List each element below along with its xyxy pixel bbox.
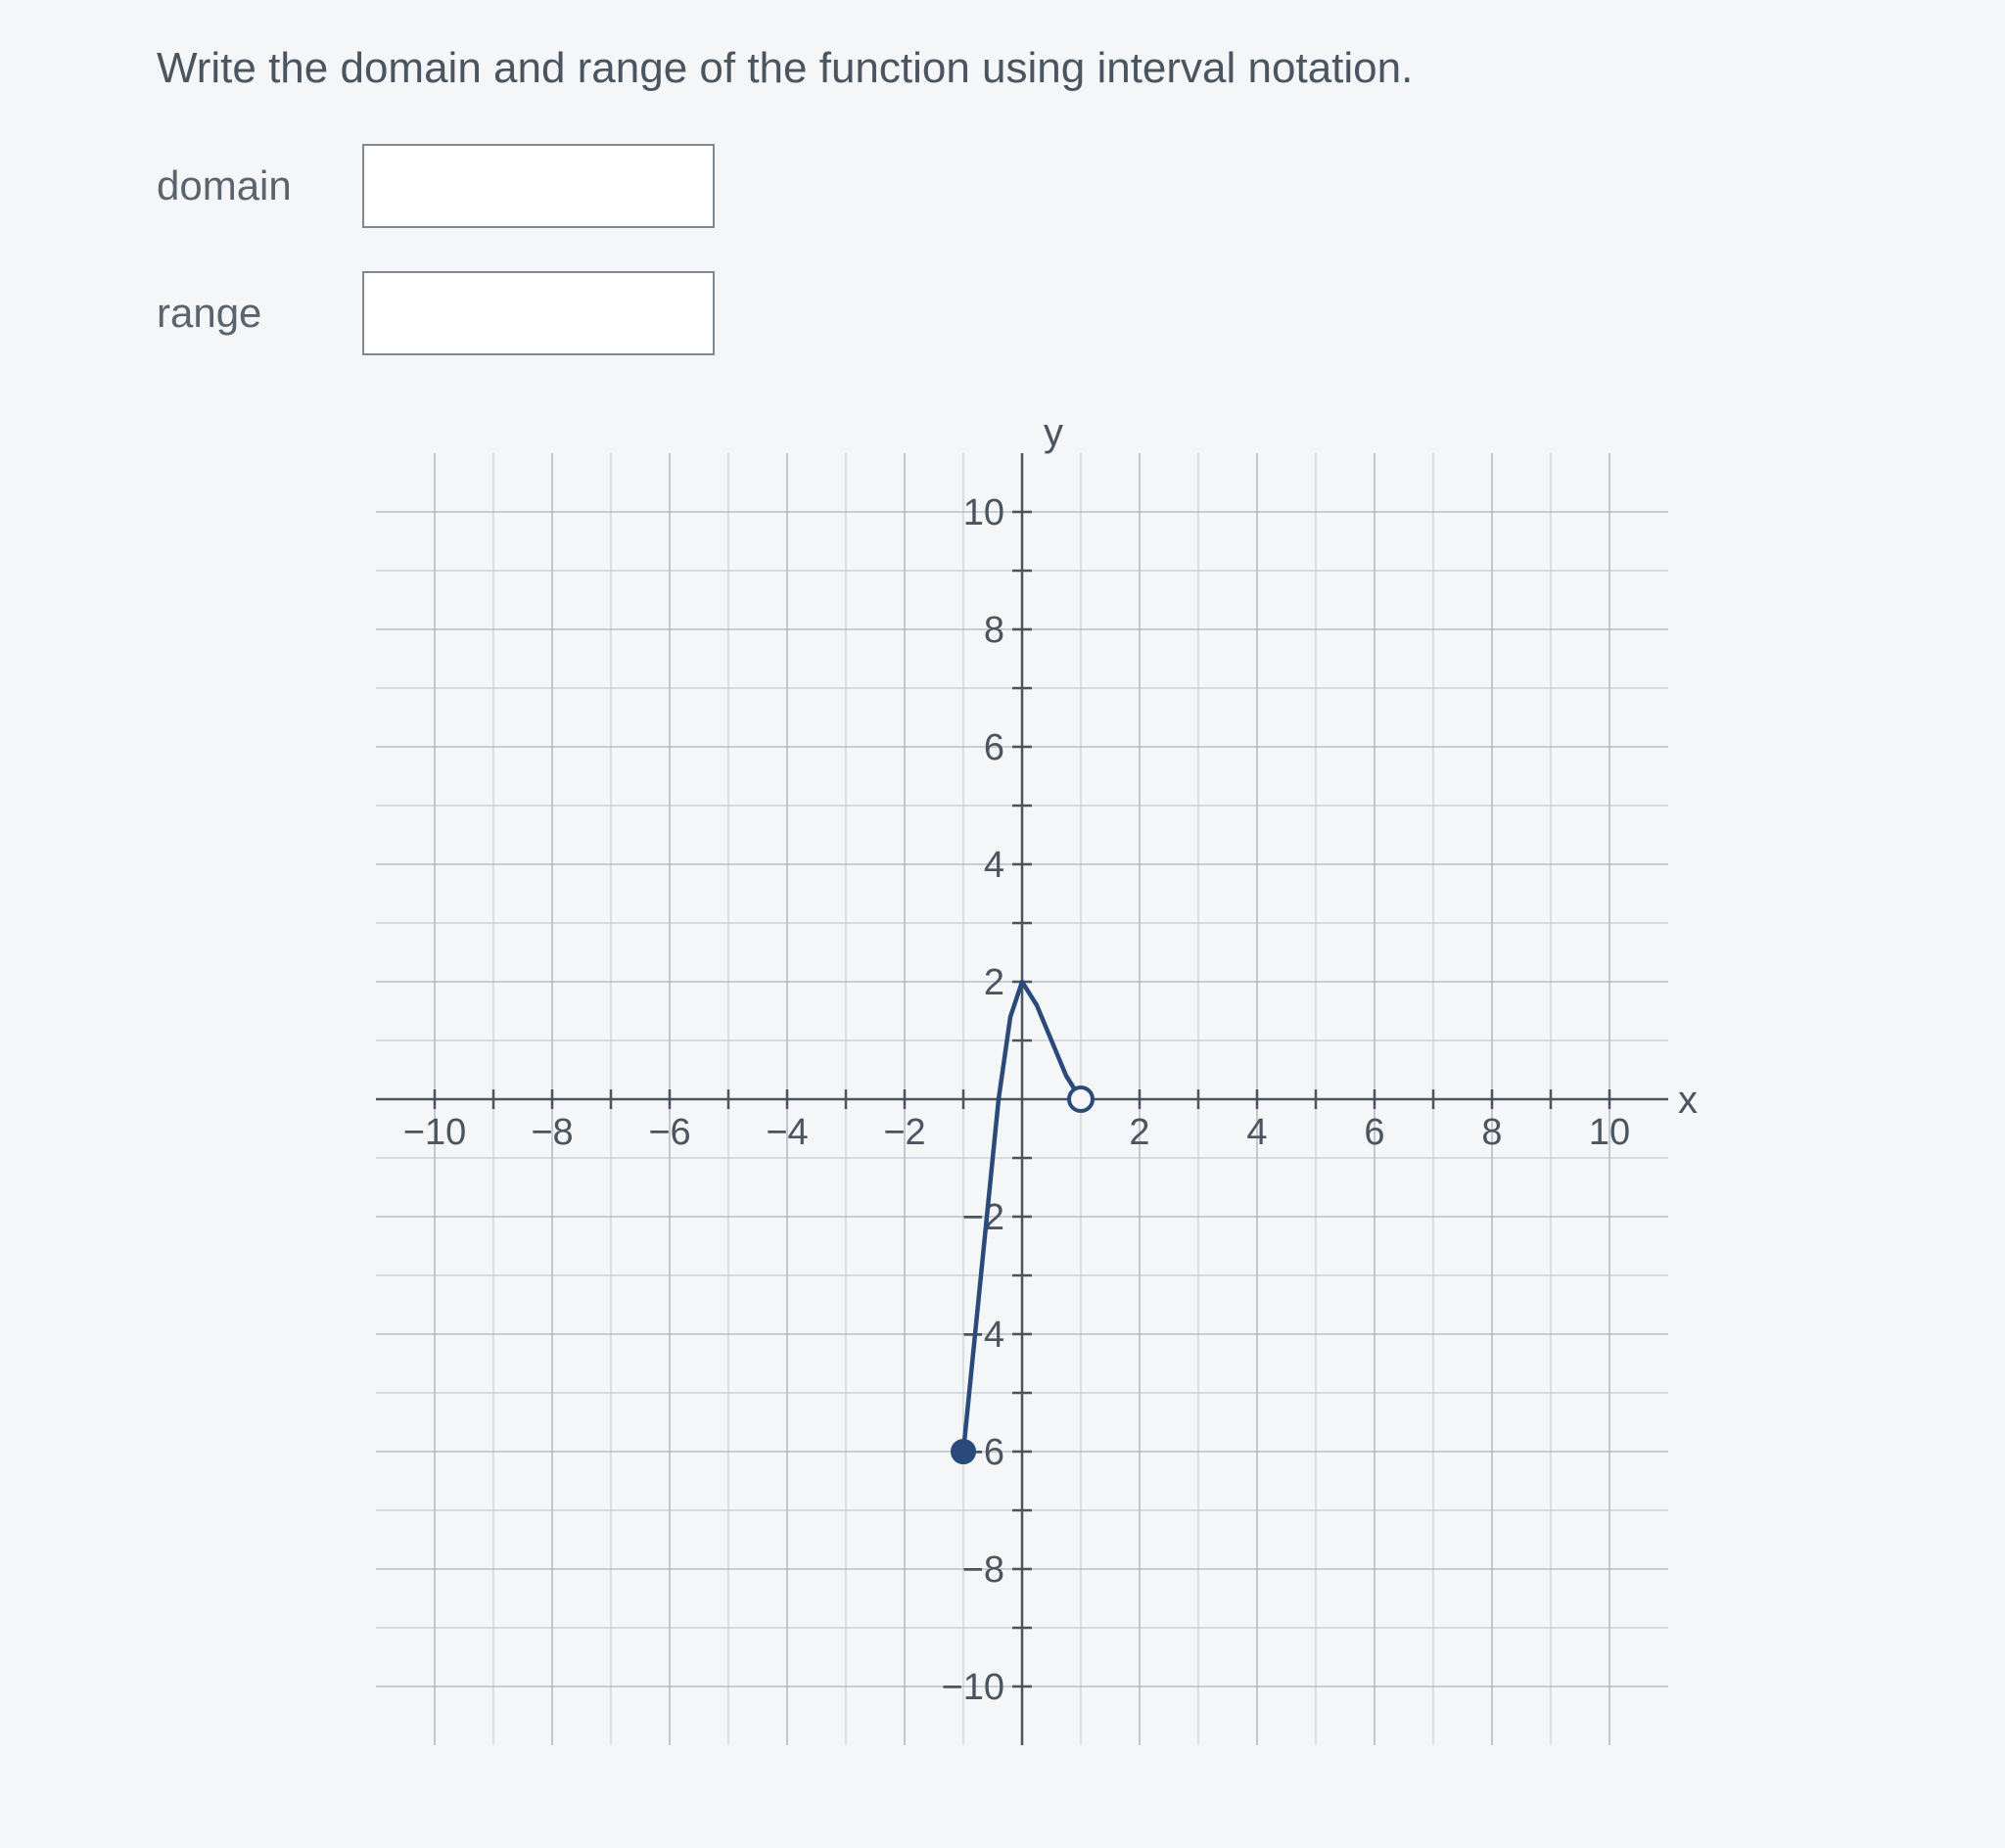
domain-input[interactable] [362, 144, 715, 228]
x-tick-label: 4 [1246, 1112, 1267, 1153]
open-endpoint [1069, 1087, 1093, 1111]
y-tick-label: 2 [984, 962, 1004, 1003]
y-tick-label: 8 [984, 610, 1004, 651]
y-tick-label: 4 [984, 845, 1004, 886]
y-tick-label: −10 [942, 1667, 1004, 1708]
x-tick-label: 8 [1481, 1112, 1502, 1153]
domain-row: domain [157, 144, 1888, 228]
x-tick-label: −2 [883, 1112, 925, 1153]
axes [376, 453, 1668, 1745]
x-tick-label: 6 [1364, 1112, 1384, 1153]
x-tick-label: −10 [403, 1112, 466, 1153]
x-tick-label: 2 [1129, 1112, 1149, 1153]
question-page: Write the domain and range of the functi… [0, 0, 2005, 1848]
range-label: range [157, 290, 362, 337]
x-tick-label: 10 [1589, 1112, 1630, 1153]
graph-container: −10−8−6−4−2246810−10−8−6−4−2246810yx [157, 453, 1888, 1745]
x-axis-label: x [1678, 1079, 1698, 1122]
question-prompt: Write the domain and range of the functi… [157, 39, 1888, 97]
closed-endpoint [952, 1440, 975, 1463]
range-input[interactable] [362, 271, 715, 355]
y-tick-label: −8 [962, 1549, 1004, 1591]
y-tick-label: 10 [963, 492, 1004, 533]
x-tick-label: −4 [766, 1112, 808, 1153]
y-tick-label: −4 [962, 1315, 1004, 1356]
y-tick-label: 6 [984, 727, 1004, 768]
y-axis-label: y [1044, 411, 1063, 454]
x-tick-label: −8 [531, 1112, 573, 1153]
coordinate-graph: −10−8−6−4−2246810−10−8−6−4−2246810yx [376, 453, 1668, 1745]
domain-label: domain [157, 162, 362, 209]
range-row: range [157, 271, 1888, 355]
x-tick-label: −6 [648, 1112, 690, 1153]
